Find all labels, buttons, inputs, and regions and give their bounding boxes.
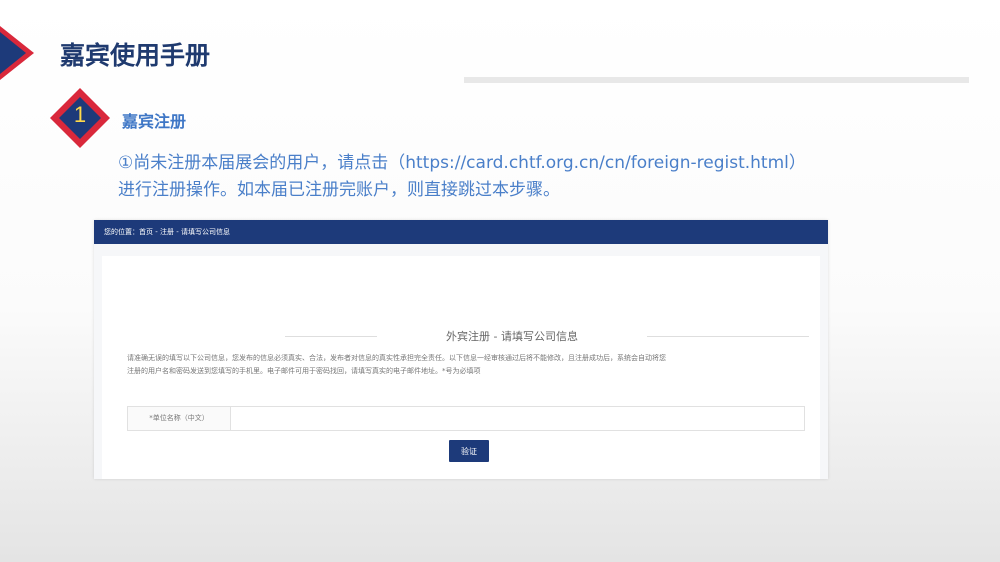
heading-rule-right	[647, 336, 809, 337]
registration-page-screenshot: 您的位置：首页 - 注册 - 请填写公司信息 外宾注册 - 请填写公司信息 请准…	[94, 220, 828, 479]
slide-title: 嘉宾使用手册	[60, 41, 211, 70]
company-name-row: *单位名称（中文）	[127, 406, 805, 431]
notice-line-1: 请准确无误的填写以下公司信息，您发布的信息必须真实、合法，发布者对信息的真实性承…	[127, 354, 666, 362]
form-panel: 外宾注册 - 请填写公司信息 请准确无误的填写以下公司信息，您发布的信息必须真实…	[102, 256, 820, 479]
company-name-input[interactable]	[231, 407, 804, 430]
section-title: 嘉宾注册	[122, 112, 187, 131]
step-number: 1	[73, 102, 87, 127]
form-heading: 外宾注册 - 请填写公司信息	[446, 330, 578, 343]
company-name-label: *单位名称（中文）	[128, 407, 231, 430]
form-notice: 请准确无误的填写以下公司信息，您发布的信息必须真实、合法，发布者对信息的真实性承…	[127, 352, 817, 378]
notice-line-2: 注册的用户名和密码发送到您填写的手机里。电子邮件可用于密码找回，请填写真实的电子…	[127, 367, 481, 375]
instruction-line-2: 进行注册操作。如本届已注册完账户，则直接跳过本步骤。	[118, 180, 560, 200]
heading-rule-left	[285, 336, 377, 337]
form-area: 外宾注册 - 请填写公司信息 请准确无误的填写以下公司信息，您发布的信息必须真实…	[94, 244, 828, 479]
verify-button[interactable]: 验证	[449, 440, 489, 462]
breadcrumb: 您的位置：首页 - 注册 - 请填写公司信息	[94, 220, 828, 244]
title-divider	[464, 77, 969, 83]
corner-arrow-decoration	[0, 26, 34, 80]
instruction-text: ①尚未注册本届展会的用户，请点击（https://card.chtf.org.c…	[118, 150, 838, 204]
instruction-line-1: ①尚未注册本届展会的用户，请点击（https://card.chtf.org.c…	[118, 153, 806, 173]
